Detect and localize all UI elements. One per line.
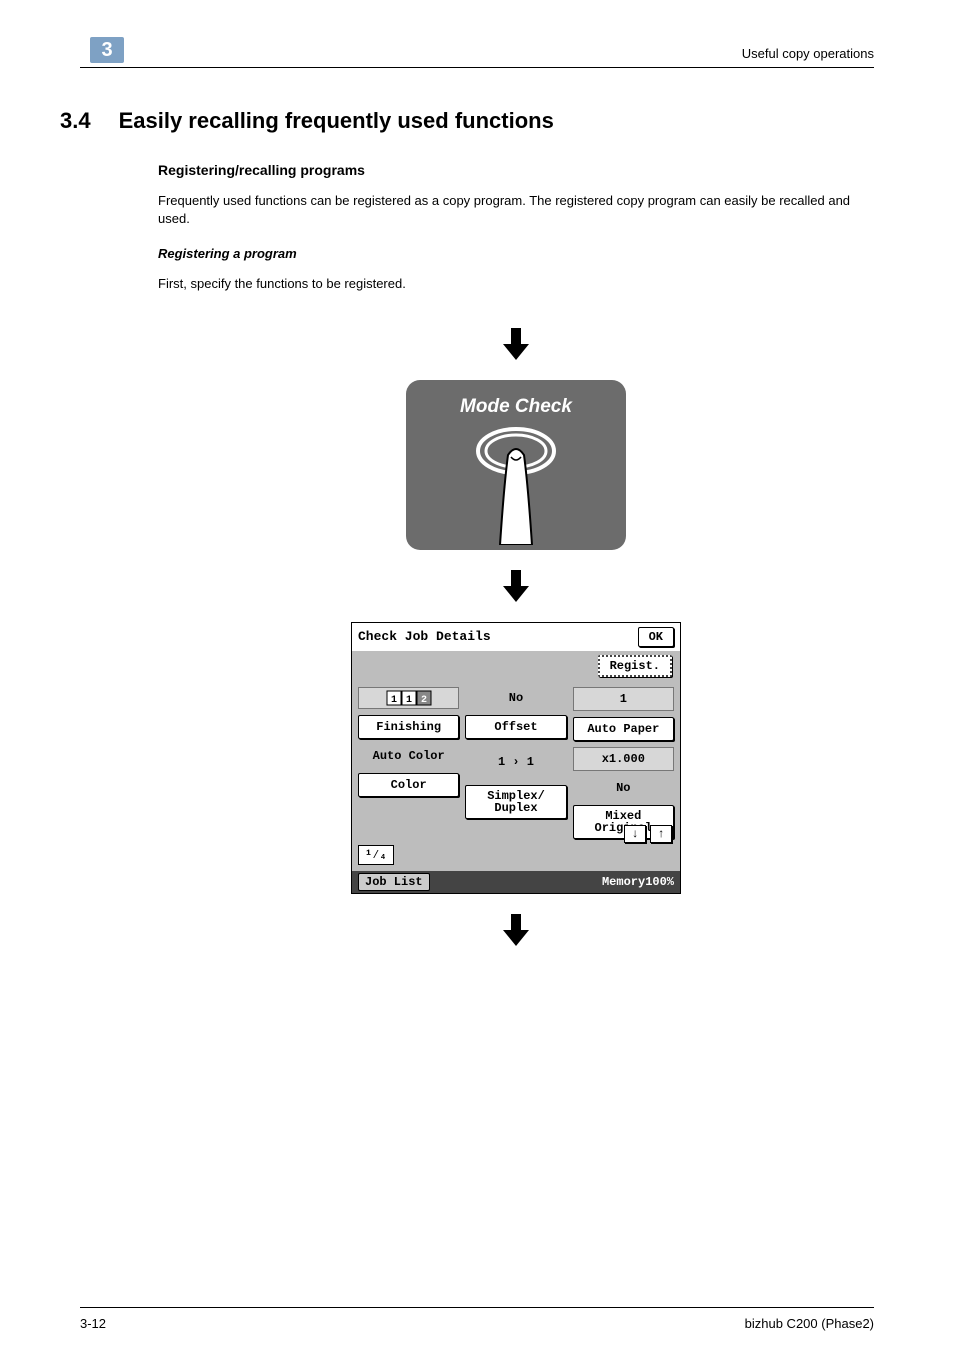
section-number-badge: 3 — [90, 37, 124, 63]
zoom-value: x1.000 — [573, 747, 674, 771]
section-number: 3 — [101, 39, 112, 62]
footer-product: bizhub C200 (Phase2) — [745, 1316, 874, 1331]
footer-page-number: 3-12 — [80, 1316, 106, 1331]
finishing-value-no: No — [465, 687, 566, 709]
body-paragraph-1: Frequently used functions can be registe… — [158, 192, 874, 228]
simplex-duplex-button[interactable]: Simplex/ Duplex — [465, 785, 566, 819]
svg-text:1: 1 — [391, 695, 397, 706]
arrow-down-icon — [498, 566, 534, 606]
regist-button[interactable]: Regist. — [598, 655, 672, 677]
color-button[interactable]: Color — [358, 773, 459, 797]
mode-check-label: Mode Check — [406, 380, 626, 418]
page-indicator: ¹⁄₄ — [358, 845, 394, 865]
arrow-down-icon — [498, 324, 534, 364]
finishing-button[interactable]: Finishing — [358, 715, 459, 739]
auto-paper-button[interactable]: Auto Paper — [573, 717, 674, 741]
ok-button[interactable]: OK — [638, 627, 674, 647]
page-header: 3 Useful copy operations — [80, 20, 874, 68]
subheading-registering-a-program: Registering a program — [158, 246, 874, 261]
lcd-panel: Check Job Details OK Regist. 1 1 2 — [351, 622, 681, 894]
paper-value: 1 — [573, 687, 674, 711]
page-footer: 3-12 bizhub C200 (Phase2) — [80, 1307, 874, 1331]
subheading-registering-recalling: Registering/recalling programs — [158, 162, 874, 178]
section-heading-title: Easily recalling frequently used functio… — [119, 108, 554, 134]
mode-check-button-graphic: Mode Check — [406, 380, 626, 550]
page-up-button[interactable]: ↑ — [650, 825, 672, 843]
page-down-button[interactable]: ↓ — [624, 825, 646, 843]
mixed-original-value-no: No — [573, 777, 674, 799]
body-paragraph-2: First, specify the functions to be regis… — [158, 275, 874, 293]
offset-button[interactable]: Offset — [465, 715, 566, 739]
section-heading-number: 3.4 — [60, 108, 91, 134]
section-heading: 3.4 Easily recalling frequently used fun… — [80, 108, 874, 134]
running-head: Useful copy operations — [742, 46, 874, 61]
finger-press-icon — [456, 415, 576, 550]
svg-text:1: 1 — [406, 695, 412, 706]
duplex-value: 1 › 1 — [465, 745, 566, 779]
page-order-icon: 1 1 2 — [358, 687, 459, 709]
arrow-down-icon — [498, 910, 534, 950]
memory-indicator: Memory100% — [602, 875, 674, 889]
auto-color-label: Auto Color — [358, 745, 459, 767]
lcd-title: Check Job Details — [358, 629, 491, 644]
job-list-button[interactable]: Job List — [358, 873, 430, 891]
svg-text:2: 2 — [421, 695, 427, 706]
